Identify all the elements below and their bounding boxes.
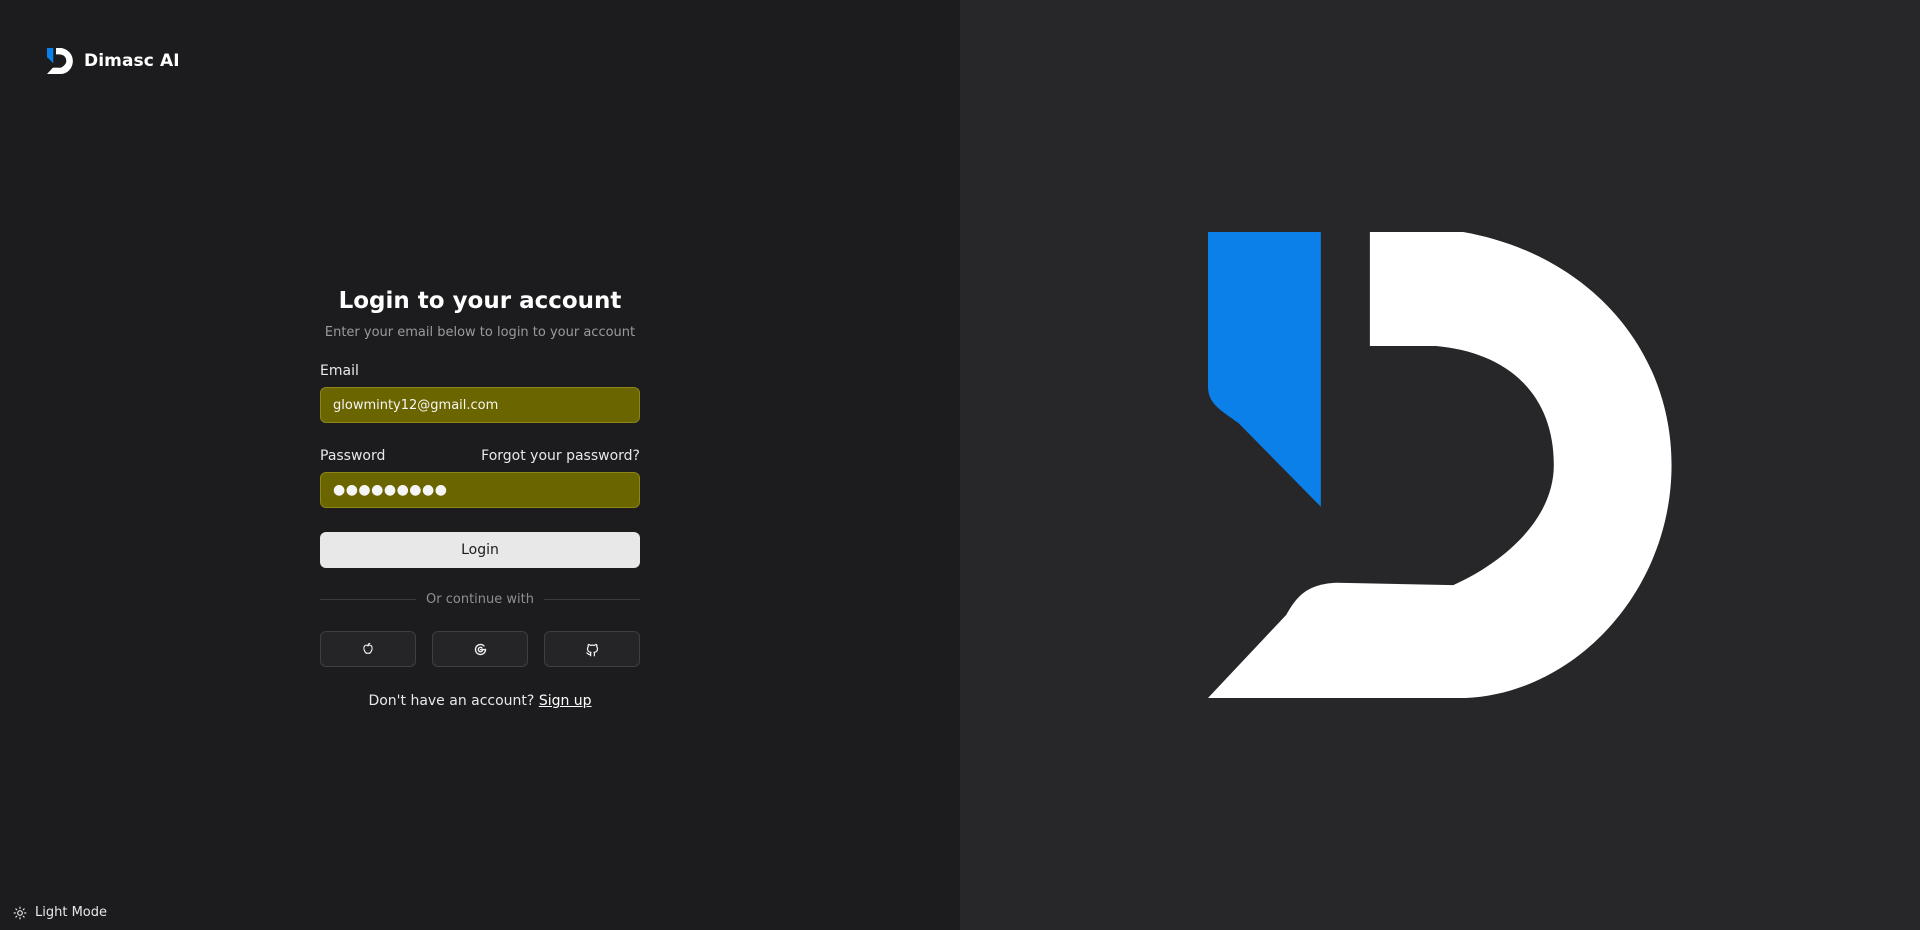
email-field[interactable]: glowminty12@gmail.com [320, 387, 640, 423]
login-panel: Dimasc AI Login to your account Enter yo… [0, 0, 960, 930]
email-field-value: glowminty12@gmail.com [333, 397, 499, 413]
google-icon [474, 643, 486, 655]
dimasc-large-logo-icon [1208, 232, 1672, 698]
signup-prompt: Don't have an account? Sign up [320, 693, 640, 709]
email-label-row: Email [320, 363, 640, 379]
apple-login-button[interactable] [320, 631, 416, 667]
brand-name: Dimasc AI [84, 51, 180, 71]
divider: Or continue with [320, 592, 641, 607]
social-login-row [320, 631, 640, 667]
signup-prompt-text: Don't have an account? [368, 693, 535, 709]
forgot-password-link[interactable]: Forgot your password? [481, 448, 640, 464]
dimasc-logo-icon [47, 48, 73, 74]
apple-icon [363, 642, 373, 654]
password-field[interactable]: ●●●●●●●●● [320, 472, 640, 508]
google-login-button[interactable] [432, 631, 528, 667]
divider-text: Or continue with [426, 592, 534, 607]
login-button[interactable]: Login [320, 532, 640, 568]
brand[interactable]: Dimasc AI [47, 48, 180, 74]
brand-panel [960, 0, 1920, 930]
page-subtitle: Enter your email below to login to your … [324, 325, 636, 340]
github-icon [585, 643, 598, 656]
signup-link[interactable]: Sign up [539, 693, 592, 709]
divider-line-left [320, 599, 417, 600]
email-label: Email [320, 363, 359, 379]
theme-toggle-label: Light Mode [35, 905, 107, 920]
divider-line-right [543, 599, 641, 600]
password-field-value: ●●●●●●●●● [333, 482, 448, 498]
theme-toggle-button[interactable]: Light Mode [13, 905, 107, 920]
github-login-button[interactable] [544, 631, 640, 667]
sun-icon [13, 906, 27, 919]
login-form: Login to your account Enter your email b… [320, 288, 641, 709]
password-label: Password [320, 448, 386, 464]
password-label-row: Password Forgot your password? [320, 448, 640, 464]
page-title: Login to your account [338, 288, 622, 314]
login-page: Dimasc AI Login to your account Enter yo… [0, 0, 1920, 930]
